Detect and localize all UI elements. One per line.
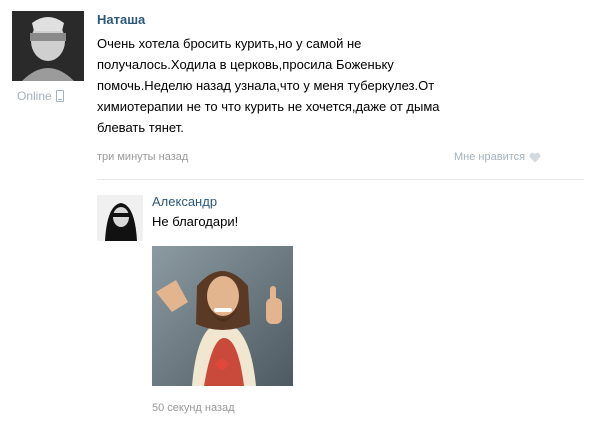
reply-author-avatar[interactable] <box>97 195 143 241</box>
heart-icon <box>529 152 541 162</box>
reply-attached-image[interactable] <box>152 246 293 386</box>
post-author-name[interactable]: Наташа <box>97 12 145 27</box>
comment-divider <box>97 179 584 180</box>
reply-text: Не благодари! <box>152 214 239 229</box>
author-avatar[interactable] <box>12 11 84 81</box>
post-timestamp[interactable]: три минуты назад <box>97 151 188 163</box>
reply-timestamp[interactable]: 50 секунд назад <box>152 402 235 414</box>
reply-author-name[interactable]: Александр <box>152 194 217 209</box>
post-text: Очень хотела бросить курить,но у самой н… <box>97 36 440 135</box>
like-button[interactable]: Мне нравится <box>454 151 541 163</box>
like-label: Мне нравится <box>454 151 526 163</box>
online-status-label: Online <box>17 89 52 103</box>
online-status: Online <box>17 89 64 103</box>
mobile-phone-icon <box>55 90 64 102</box>
